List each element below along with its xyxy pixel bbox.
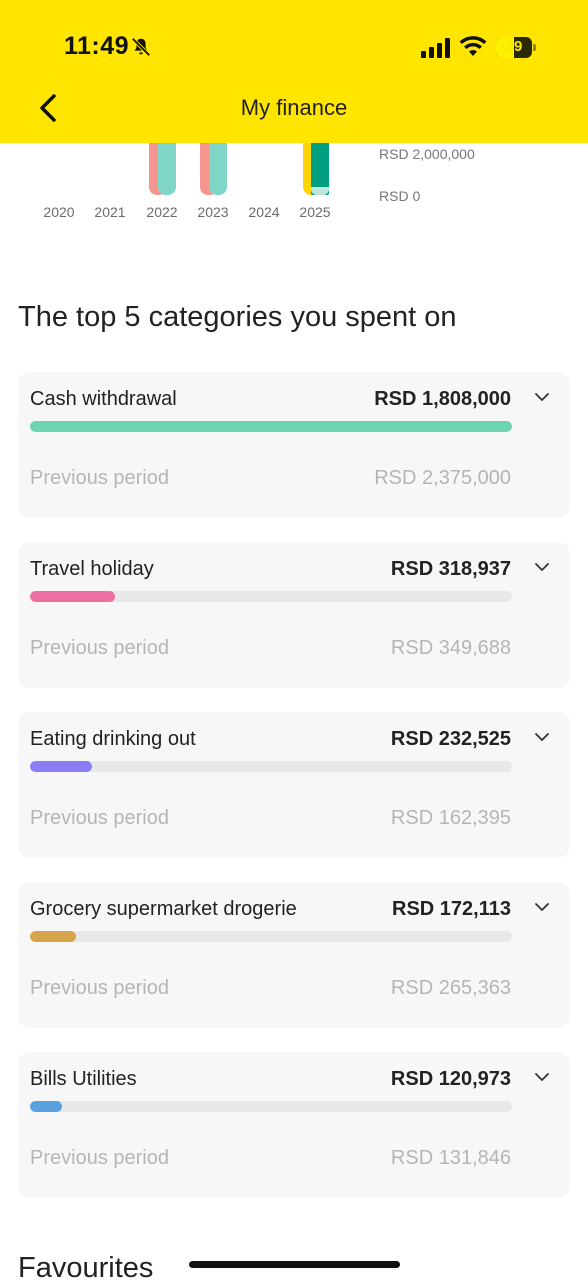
category-amount: RSD 120,973 — [390, 1068, 511, 1090]
progress-track — [30, 1101, 512, 1112]
x-tick-label: 2023 — [197, 204, 229, 220]
category-amount: RSD 318,937 — [390, 558, 511, 580]
progress-fill — [30, 421, 512, 432]
previous-period-label: Previous period — [30, 467, 169, 489]
previous-period-amount: RSD 349,688 — [390, 637, 511, 659]
category-name: Travel holiday — [30, 558, 154, 580]
category-card[interactable]: Grocery supermarket drogerie RSD 172,113… — [18, 882, 570, 1028]
category-name: Bills Utilities — [30, 1068, 137, 1090]
progress-fill — [30, 591, 115, 602]
progress-track — [30, 931, 512, 942]
chevron-down-icon[interactable] — [534, 729, 550, 745]
home-indicator[interactable] — [189, 1261, 400, 1268]
progress-track — [30, 591, 512, 602]
category-card[interactable]: Eating drinking out RSD 232,525 Previous… — [18, 712, 570, 858]
x-tick-label: 2024 — [248, 204, 280, 220]
previous-period-label: Previous period — [30, 1147, 169, 1169]
previous-period-amount: RSD 131,846 — [390, 1147, 511, 1169]
chevron-down-icon[interactable] — [534, 559, 550, 575]
x-tick-label: 2020 — [43, 204, 75, 220]
category-card[interactable]: Travel holiday RSD 318,937 Previous peri… — [18, 542, 570, 688]
top-categories-title: The top 5 categories you spent on — [18, 301, 457, 333]
cellular-signal-icon — [421, 38, 450, 58]
category-amount: RSD 1,808,000 — [374, 388, 511, 410]
y-tick-label: RSD 2,000,000 — [379, 146, 475, 162]
status-time: 11:49 — [64, 32, 130, 60]
wifi-icon — [459, 36, 487, 56]
x-tick-label: 2025 — [299, 204, 331, 220]
previous-period-amount: RSD 162,395 — [390, 807, 511, 829]
previous-period-label: Previous period — [30, 807, 169, 829]
category-name: Grocery supermarket drogerie — [30, 898, 297, 920]
battery-level: 49 — [505, 38, 523, 55]
category-amount: RSD 172,113 — [392, 898, 511, 920]
x-tick-label: 2022 — [146, 204, 178, 220]
category-amount: RSD 232,525 — [390, 728, 511, 750]
battery-icon: 49 — [496, 37, 536, 58]
page-title: My finance — [240, 95, 348, 120]
y-tick-label: RSD 0 — [379, 188, 421, 204]
bell-muted-icon — [131, 37, 151, 57]
category-name: Eating drinking out — [30, 728, 196, 750]
x-tick-label: 2021 — [94, 204, 126, 220]
favourites-title: Favourites — [18, 1252, 154, 1280]
previous-period-amount: RSD 265,363 — [390, 977, 511, 999]
progress-track — [30, 761, 512, 772]
progress-fill — [30, 761, 93, 772]
progress-track — [30, 421, 512, 432]
category-name: Cash withdrawal — [30, 388, 177, 410]
previous-period-amount: RSD 2,375,000 — [374, 467, 511, 489]
top-bar: 11:49 49 My finance — [0, 0, 588, 143]
progress-fill — [30, 1101, 63, 1112]
chevron-down-icon[interactable] — [534, 389, 550, 405]
previous-period-label: Previous period — [30, 637, 169, 659]
progress-fill — [30, 931, 76, 942]
chevron-down-icon[interactable] — [534, 1069, 550, 1085]
category-card[interactable]: Cash withdrawal RSD 1,808,000 Previous p… — [18, 372, 570, 518]
previous-period-label: Previous period — [30, 977, 169, 999]
chevron-down-icon[interactable] — [534, 899, 550, 915]
category-card[interactable]: Bills Utilities RSD 120,973 Previous per… — [18, 1052, 570, 1198]
bar-2025-b-cap — [311, 187, 329, 195]
